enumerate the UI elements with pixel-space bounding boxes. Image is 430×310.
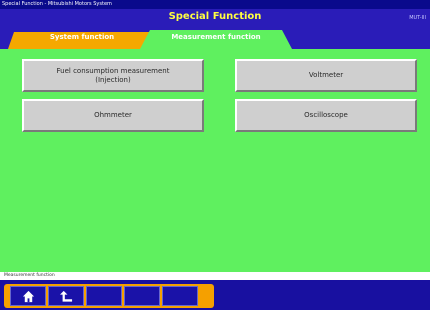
status-bar: Measurement function bbox=[0, 272, 430, 280]
tab-measurement-function-label[interactable]: Measurement function bbox=[140, 33, 292, 42]
fuel-consumption-button[interactable]: Fuel consumption measurement (Injection) bbox=[22, 59, 204, 92]
oscilloscope-button[interactable]: Oscilloscope bbox=[235, 99, 417, 132]
back-button[interactable] bbox=[48, 286, 84, 306]
toolbar-slot-3[interactable] bbox=[86, 286, 122, 306]
fuel-consumption-label: Fuel consumption measurement (Injection) bbox=[56, 66, 170, 84]
status-text: Measurement function bbox=[4, 273, 55, 278]
voltmeter-label: Voltmeter bbox=[308, 71, 344, 79]
voltmeter-button[interactable]: Voltmeter bbox=[235, 59, 417, 92]
tab-system-function-label[interactable]: System function bbox=[8, 33, 156, 42]
window-title: Special Function - Mitsubishi Motors Sys… bbox=[2, 1, 112, 7]
header-bar: Special Function MUT-III bbox=[0, 9, 430, 27]
page-title: Special Function bbox=[168, 11, 262, 22]
toolbar-slot-5[interactable] bbox=[162, 286, 198, 306]
window-title-bar: Special Function - Mitsubishi Motors Sys… bbox=[0, 0, 430, 9]
home-button[interactable] bbox=[10, 286, 46, 306]
ohmmeter-label: Ohmmeter bbox=[94, 111, 132, 119]
ohmmeter-button[interactable]: Ohmmeter bbox=[22, 99, 204, 132]
back-icon bbox=[59, 290, 72, 302]
home-icon bbox=[22, 290, 34, 302]
header-device-label: MUT-III bbox=[409, 15, 426, 21]
oscilloscope-label: Oscilloscope bbox=[304, 111, 348, 119]
toolbar-slot-4[interactable] bbox=[124, 286, 160, 306]
